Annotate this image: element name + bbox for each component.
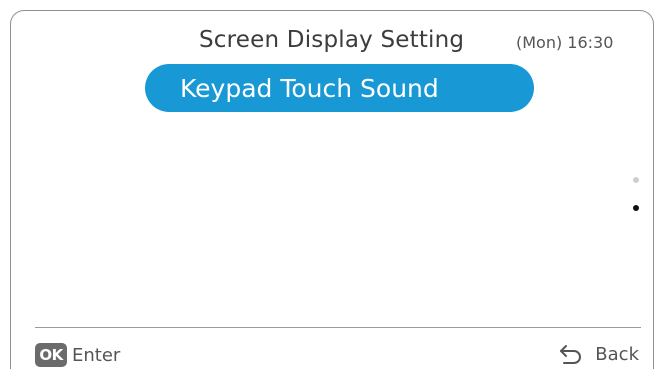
clock-display: (Mon) 16:30 bbox=[516, 33, 614, 52]
enter-label: Enter bbox=[72, 344, 121, 366]
footer-divider bbox=[35, 327, 641, 328]
return-arrow-icon bbox=[558, 343, 584, 365]
back-button[interactable]: Back bbox=[558, 343, 639, 365]
page-indicator-dot-1[interactable] bbox=[633, 177, 639, 183]
screen-frame: Screen Display Setting (Mon) 16:30 Keypa… bbox=[10, 10, 654, 369]
menu-item-label: Keypad Touch Sound bbox=[180, 73, 439, 103]
back-label: Back bbox=[595, 343, 639, 365]
page-title: Screen Display Setting bbox=[199, 27, 465, 53]
enter-button[interactable]: OK Enter bbox=[35, 343, 120, 367]
ok-key-badge: OK bbox=[35, 343, 67, 367]
page-indicator-dot-2[interactable] bbox=[633, 205, 639, 211]
menu-item-keypad-touch-sound[interactable]: Keypad Touch Sound bbox=[145, 64, 534, 112]
